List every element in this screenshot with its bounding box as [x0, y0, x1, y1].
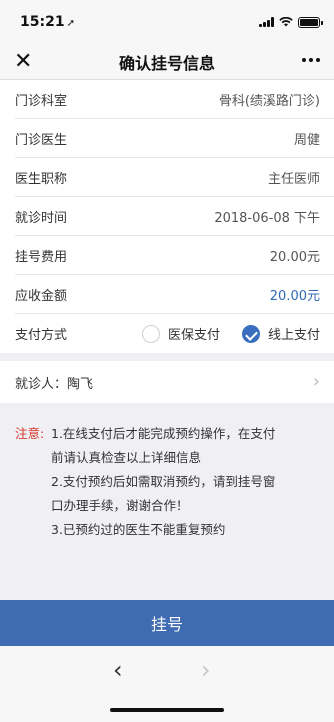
- doctor-value: 周健: [293, 133, 320, 148]
- status-bar: 15:21 ➚: [0, 0, 334, 44]
- online-radio-checked[interactable]: [241, 324, 260, 343]
- notice-line: 1.在线支付后才能完成预约操作，在支付: [51, 426, 276, 441]
- insurance-radio[interactable]: [141, 324, 160, 343]
- registration-fee-value: 20.00元: [269, 250, 320, 265]
- battery-icon: [298, 16, 323, 28]
- doctor-label: 门诊医生: [15, 133, 68, 148]
- notice-line: 口办理手续，谢谢合作！: [51, 498, 189, 513]
- doctor-row: 门诊医生 周健: [0, 119, 334, 158]
- payment-option-insurance[interactable]: 医保支付: [141, 324, 220, 343]
- registration-fee-row: 挂号费用 20.00元: [0, 236, 334, 275]
- forward-arrow-icon[interactable]: ›: [201, 656, 211, 684]
- payment-option-online[interactable]: 线上支付: [241, 324, 320, 343]
- visit-time-value: 2018-06-08 下午: [214, 211, 320, 226]
- status-time: 15:21 ➚: [20, 14, 75, 30]
- wifi-icon: [279, 17, 293, 27]
- notice-line: 2.支付预约后如需取消预约，请到挂号窗: [51, 474, 276, 489]
- registration-info-list: 门诊科室 骨科(绩溪路门诊) 门诊医生 周健 医生职称 主任医师 就诊时间 20…: [0, 80, 334, 353]
- notice-line: 前请认真检查以上详细信息: [51, 450, 202, 465]
- clock-text: 15:21: [20, 14, 65, 30]
- nav-bar: ✕ 确认挂号信息: [0, 44, 334, 80]
- home-indicator[interactable]: [110, 708, 224, 712]
- back-arrow-icon[interactable]: ‹: [113, 656, 123, 684]
- insurance-option-label: 医保支付: [167, 328, 220, 343]
- cellular-signal-icon: [259, 17, 274, 27]
- notice-block: 注意: 1.在线支付后才能完成预约操作，在支付 前请认真检查以上详细信息 2.支…: [15, 422, 315, 542]
- location-arrow-icon: ➚: [66, 18, 75, 29]
- doctor-title-label: 医生职称: [15, 172, 68, 187]
- page-title: 确认挂号信息: [118, 53, 215, 73]
- amount-due-row: 应收金额 20.00元: [0, 275, 334, 314]
- patient-selector[interactable]: 就诊人：陶飞 ›: [0, 361, 334, 403]
- chevron-right-icon: ›: [312, 371, 320, 392]
- doctor-title-row: 医生职称 主任医师: [0, 158, 334, 197]
- visit-time-row: 就诊时间 2018-06-08 下午: [0, 197, 334, 236]
- register-button[interactable]: 挂号: [0, 600, 334, 646]
- browser-bottom-bar: ‹ ›: [0, 646, 334, 722]
- payment-options: 医保支付 线上支付: [141, 324, 320, 343]
- department-value: 骨科(绩溪路门诊): [218, 94, 320, 109]
- status-icons: [259, 16, 323, 28]
- visit-time-label: 就诊时间: [15, 211, 68, 226]
- notice-lines: 1.在线支付后才能完成预约操作，在支付 前请认真检查以上详细信息 2.支付预约后…: [51, 422, 315, 542]
- close-icon[interactable]: ✕: [14, 51, 34, 73]
- online-option-label: 线上支付: [267, 328, 320, 343]
- amount-due-label: 应收金额: [15, 289, 68, 304]
- department-label: 门诊科室: [15, 94, 68, 109]
- registration-fee-label: 挂号费用: [15, 250, 68, 265]
- amount-due-value: 20.00元: [269, 289, 320, 304]
- more-options-icon[interactable]: [302, 58, 320, 62]
- department-row: 门诊科室 骨科(绩溪路门诊): [0, 80, 334, 119]
- payment-method-label: 支付方式: [15, 328, 68, 343]
- notice-label: 注意:: [15, 426, 45, 441]
- payment-method-row: 支付方式 医保支付 线上支付: [0, 314, 334, 353]
- patient-label: 就诊人：陶飞: [15, 376, 94, 392]
- doctor-title-value: 主任医师: [267, 172, 320, 187]
- notice-line: 3.已预约过的医生不能重复预约: [51, 522, 226, 537]
